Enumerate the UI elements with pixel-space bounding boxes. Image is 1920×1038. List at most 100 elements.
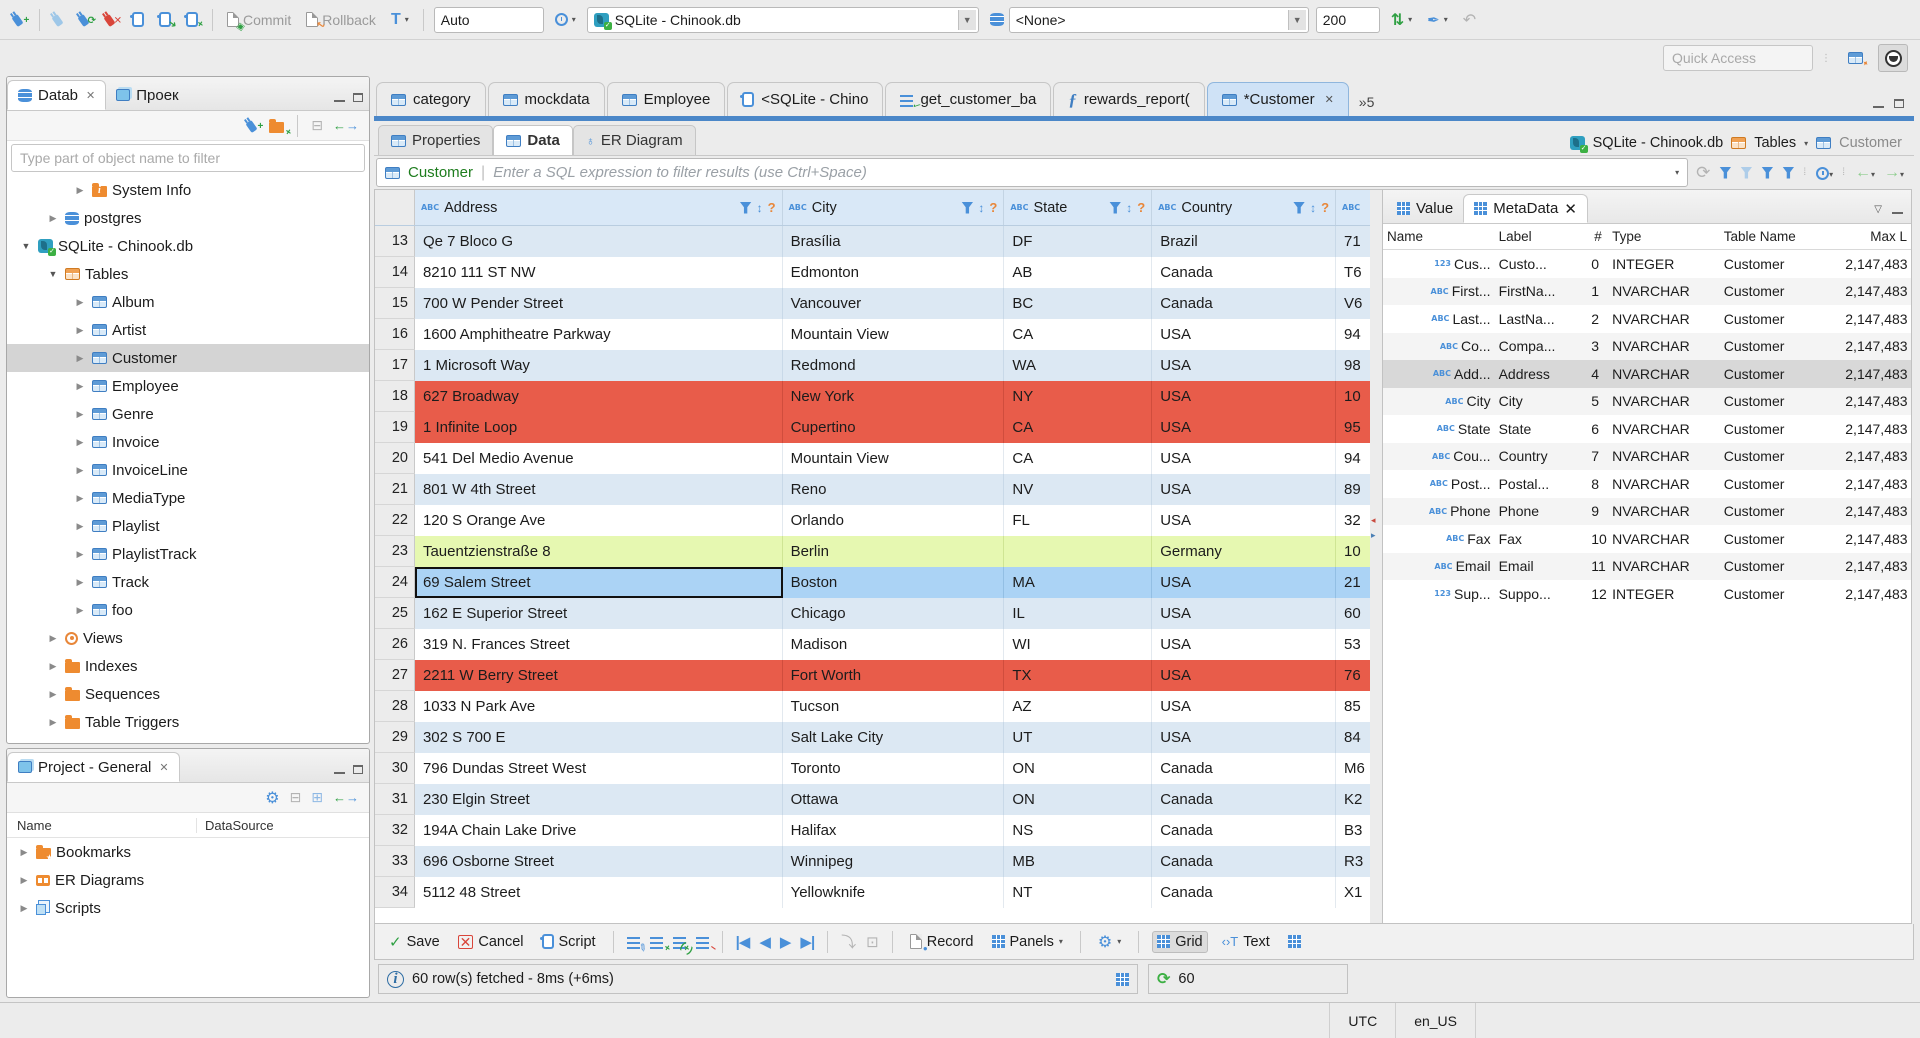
cell-postal[interactable]: 94	[1336, 319, 1370, 350]
tree-item-playlist[interactable]: ▶ Playlist	[7, 512, 369, 540]
cell-city[interactable]: Mountain View	[783, 443, 1005, 474]
cell-state[interactable]: CA	[1004, 443, 1153, 474]
sort-icon[interactable]: ↕	[978, 201, 984, 215]
close-icon[interactable]: ✕	[159, 761, 168, 774]
expand-arrow-icon[interactable]: ▶	[46, 633, 60, 644]
cell-country[interactable]: USA	[1152, 412, 1337, 443]
cell-state[interactable]: DF	[1004, 226, 1153, 257]
column-info-icon[interactable]: ?	[989, 200, 997, 215]
cell-postal[interactable]: 98	[1336, 350, 1370, 381]
rollback-button[interactable]: ↩ Rollback	[302, 9, 380, 32]
cell-postal[interactable]: X1	[1336, 877, 1370, 908]
cell-city[interactable]: Orlando	[783, 505, 1005, 536]
cell-city[interactable]: Edmonton	[783, 257, 1005, 288]
cell-postal[interactable]: 85	[1336, 691, 1370, 722]
cell-state[interactable]: FL	[1004, 505, 1153, 536]
cell-address[interactable]: 230 Elgin Street	[414, 784, 783, 815]
minimize-icon[interactable]	[334, 93, 345, 102]
cell-city[interactable]: Boston	[782, 567, 1005, 598]
tree-item-sequences[interactable]: ▶ Sequences	[7, 680, 369, 708]
tab-database-navigator[interactable]: Datab ✕	[7, 80, 107, 110]
expand-arrow-icon[interactable]: ▶	[73, 605, 87, 616]
cell-city[interactable]: New York	[782, 381, 1005, 412]
editor-tab-rewards-report-[interactable]: ƒ rewards_report(	[1053, 82, 1205, 116]
cell-address[interactable]: 801 W 4th Street	[414, 474, 783, 505]
cell-postal[interactable]: 32	[1336, 505, 1370, 536]
new-sql-editor-button[interactable]: +	[182, 9, 206, 31]
cell-state[interactable]: ON	[1004, 753, 1153, 784]
tree-item-tables[interactable]: ▼ Tables	[7, 260, 369, 288]
tree-item-track[interactable]: ▶ Track	[7, 568, 369, 596]
cell-state[interactable]: UT	[1004, 722, 1153, 753]
cell-address[interactable]: 302 S 700 E	[414, 722, 783, 753]
expand-arrow-icon[interactable]: ▶	[73, 297, 87, 308]
cell-address[interactable]: 1600 Amphitheatre Parkway	[415, 319, 783, 350]
text-view-button[interactable]: ‹›T Text	[1218, 932, 1274, 952]
previous-row-button[interactable]: ◀	[759, 933, 771, 951]
tree-item-system-info[interactable]: ▶ System Info	[7, 176, 369, 204]
save-button[interactable]: ✓ Save	[385, 931, 444, 953]
row-number[interactable]: 14	[375, 257, 415, 288]
row-number[interactable]: 29	[375, 722, 415, 753]
row-number[interactable]: 19	[375, 412, 415, 443]
hidden-tabs-indicator[interactable]: »5	[1351, 94, 1383, 116]
filter-remove-icon[interactable]: ✕	[1740, 166, 1753, 179]
cell-country[interactable]: USA	[1152, 567, 1337, 598]
new-connection-icon[interactable]: +	[245, 119, 264, 134]
tree-item-views[interactable]: ▶ Views	[7, 624, 369, 652]
sort-icon[interactable]: ↕	[1310, 201, 1316, 215]
breadcrumb-entity[interactable]: Customer	[1839, 135, 1902, 151]
first-row-button[interactable]: |◀	[736, 933, 751, 951]
cell-state[interactable]: WA	[1004, 350, 1153, 381]
cell-country[interactable]: Canada	[1152, 846, 1337, 877]
expand-arrow-icon[interactable]: ▶	[46, 661, 60, 672]
cell-state[interactable]: IL	[1004, 598, 1153, 629]
transaction-mode-button[interactable]: T ▾	[387, 8, 413, 32]
cell-state[interactable]: ON	[1004, 784, 1153, 815]
row-number[interactable]: 22	[375, 505, 415, 536]
sort-icon[interactable]: ↕	[757, 201, 763, 215]
nav-forward-button[interactable]: →▾	[1884, 165, 1904, 181]
expand-arrow-icon[interactable]: ▶	[73, 353, 87, 364]
row-number[interactable]: 17	[375, 350, 415, 381]
minimize-icon[interactable]	[1892, 205, 1903, 214]
metadata-row[interactable]: ABC City City 5 NVARCHAR Customer 2,147,483	[1383, 387, 1911, 415]
metadata-row[interactable]: ABC Cou... Country 7 NVARCHAR Customer 2,147,4…	[1383, 442, 1911, 470]
filter-apply-icon[interactable]: ✓	[1719, 166, 1732, 179]
filter-history-dropdown[interactable]: ▾	[1675, 168, 1679, 177]
quick-access-input[interactable]: Quick Access	[1663, 45, 1813, 71]
open-sql-script-button[interactable]: ➜	[155, 9, 178, 31]
cell-state[interactable]: MA	[1004, 567, 1153, 598]
fetch-all-icon[interactable]: ⊡	[866, 933, 879, 951]
next-row-button[interactable]: ▶	[780, 933, 792, 951]
maximize-icon[interactable]	[1894, 99, 1904, 108]
cell-city[interactable]: Tucson	[783, 691, 1005, 722]
project-item-bookmarks[interactable]: ▶ Bookmarks	[7, 838, 369, 866]
cell-state[interactable]	[1004, 536, 1153, 567]
close-icon[interactable]: ✕	[1564, 200, 1577, 218]
row-number[interactable]: 23	[375, 536, 415, 567]
metadata-row[interactable]: ABC Last... LastNa... 2 NVARCHAR Customer 2,14…	[1383, 305, 1911, 333]
col-name[interactable]: Name	[1383, 229, 1495, 244]
row-number[interactable]: 28	[375, 691, 415, 722]
row-number[interactable]: 24	[375, 567, 415, 598]
cell-address[interactable]: 8210 111 ST NW	[415, 257, 783, 288]
cell-postal[interactable]: K2	[1336, 784, 1370, 815]
new-folder-icon[interactable]: +	[269, 118, 294, 138]
cell-postal[interactable]: 10	[1336, 536, 1370, 567]
cell-address[interactable]: 194A Chain Lake Drive	[415, 815, 783, 846]
row-number[interactable]: 18	[375, 381, 415, 412]
cell-city[interactable]: Fort Worth	[782, 660, 1005, 691]
col-max-length[interactable]: Max L	[1841, 229, 1911, 244]
cell-country[interactable]: USA	[1152, 381, 1337, 412]
cell-address[interactable]: 796 Dundas Street West	[415, 753, 783, 784]
fetch-limit-input[interactable]: 200	[1315, 6, 1380, 33]
row-number[interactable]: 16	[375, 319, 415, 350]
cell-address[interactable]: 319 N. Frances Street	[415, 629, 783, 660]
cell-postal[interactable]: B3	[1336, 815, 1370, 846]
cell-address[interactable]: 1 Microsoft Way	[414, 350, 783, 381]
expand-arrow-icon[interactable]: ▶	[73, 381, 87, 392]
column-header-city[interactable]: ABC City ↕?	[783, 190, 1005, 225]
row-number[interactable]: 27	[375, 660, 415, 691]
collapse-arrow-icon[interactable]: ▼	[19, 241, 33, 251]
